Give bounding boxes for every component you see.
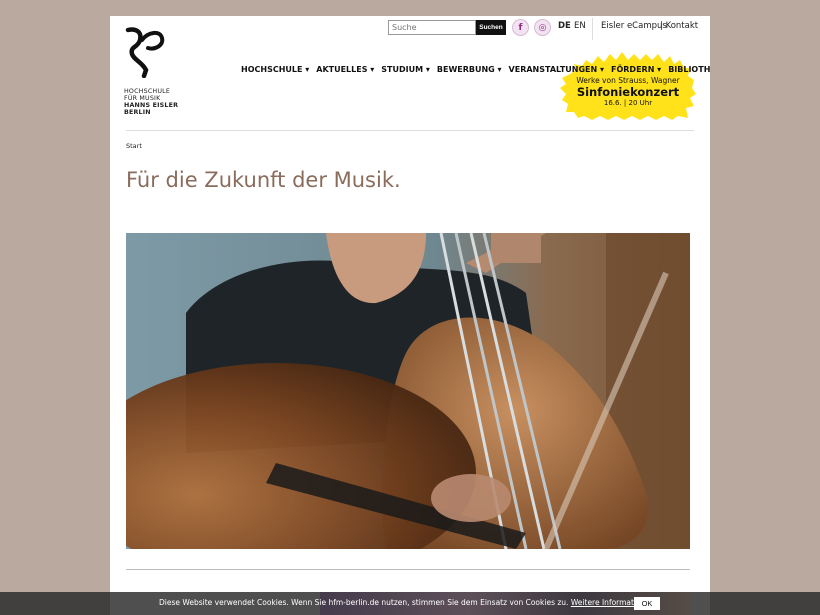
nav-item-hochschule[interactable]: HOCHSCHULE ▾ <box>241 65 309 74</box>
main-navigation: HOCHSCHULE ▾ AKTUELLES ▾ STUDIUM ▾ BEWER… <box>241 65 710 74</box>
cookie-banner: Diese Website verwendet Cookies. Wenn Si… <box>0 592 820 615</box>
nav-item-studium[interactable]: STUDIUM ▾ <box>381 65 430 74</box>
search-input[interactable] <box>388 20 476 35</box>
cookie-ok-button[interactable]: OK <box>634 597 660 610</box>
kontakt-link[interactable]: | Kontakt <box>660 21 698 31</box>
page-title: Für die Zukunft der Musik. <box>126 168 401 192</box>
language-en-link[interactable]: EN <box>574 21 586 31</box>
logo-line: FÜR MUSIK <box>124 95 161 102</box>
logo-mark-icon <box>125 27 165 78</box>
ecampus-link[interactable]: Eisler eCampus <box>601 21 667 31</box>
facebook-icon[interactable]: f <box>512 19 529 36</box>
cookie-message: Diese Website verwendet Cookies. Wenn Si… <box>159 598 655 607</box>
logo-line: HANNS EISLER <box>124 102 179 109</box>
header-divider <box>126 130 694 131</box>
breadcrumb[interactable]: Start <box>126 142 142 150</box>
promo-date: 16.6. | 20 Uhr <box>603 99 653 107</box>
logo-line: HOCHSCHULE <box>124 88 171 95</box>
university-logo[interactable]: HOCHSCHULE FÜR MUSIK HANNS EISLER BERLIN <box>124 26 184 116</box>
promo-title: Sinfoniekonzert <box>576 85 680 99</box>
nav-item-bibliothek[interactable]: BIBLIOTHEK ▾ <box>668 65 710 74</box>
double-bass-player-image <box>126 233 690 549</box>
divider <box>592 18 593 40</box>
hero-image <box>126 233 690 549</box>
instagram-icon[interactable]: ◎ <box>534 19 551 36</box>
nav-item-bewerbung[interactable]: BEWERBUNG ▾ <box>437 65 502 74</box>
section-divider <box>126 569 690 570</box>
language-de-link[interactable]: DE <box>558 21 571 31</box>
search-button[interactable]: Suchen <box>476 20 506 35</box>
nav-item-aktuelles[interactable]: AKTUELLES ▾ <box>316 65 374 74</box>
nav-item-foerdern[interactable]: FÖRDERN ▾ <box>611 65 661 74</box>
cookie-text: Diese Website verwendet Cookies. Wenn Si… <box>159 598 569 607</box>
logo-line: BERLIN <box>124 109 151 116</box>
page-container: HOCHSCHULE FÜR MUSIK HANNS EISLER BERLIN… <box>110 16 710 615</box>
promo-subtitle: Werke von Strauss, Wagner <box>576 76 680 85</box>
concert-promo-badge[interactable]: Werke von Strauss, Wagner Sinfoniekonzer… <box>560 48 696 120</box>
nav-item-veranstaltungen[interactable]: VERANSTALTUNGEN ▾ <box>509 65 604 74</box>
logo-text: HOCHSCHULE FÜR MUSIK HANNS EISLER BERLIN <box>124 88 178 116</box>
